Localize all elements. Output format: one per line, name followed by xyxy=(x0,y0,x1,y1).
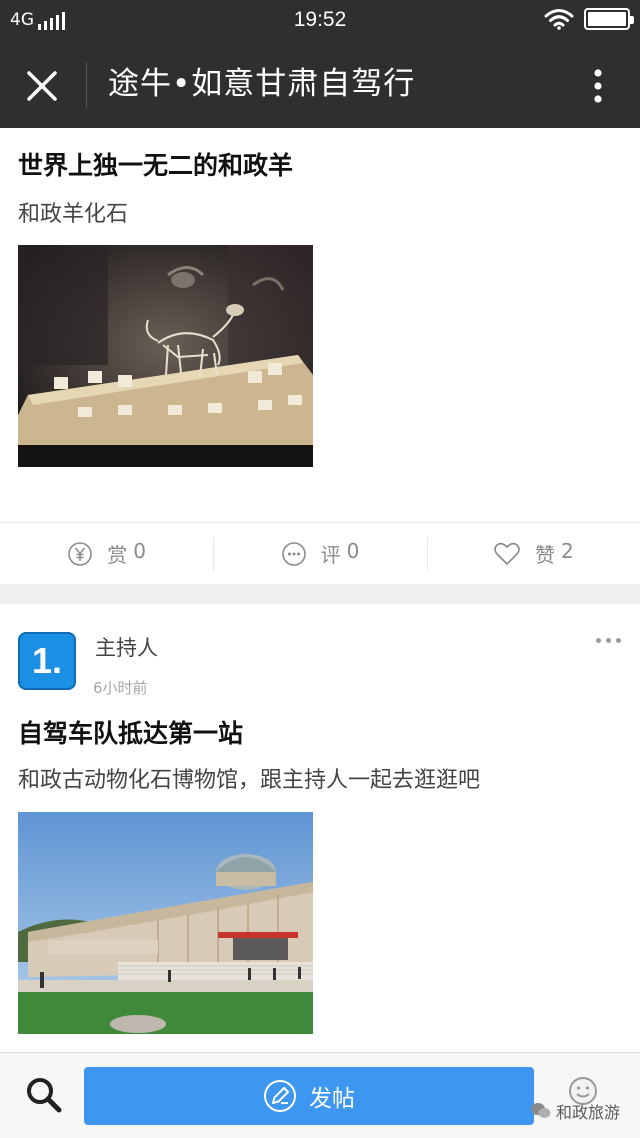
yen-icon xyxy=(68,541,93,566)
watermark-text: 和政旅游 xyxy=(556,1103,621,1122)
reward-button[interactable]: 赏 0 xyxy=(0,523,213,584)
compose-icon xyxy=(264,1080,296,1112)
post-title[interactable]: 自驾车队抵达第一站 xyxy=(18,714,243,750)
search-button[interactable] xyxy=(22,1073,66,1117)
bottom-bar: 发帖 和政旅游 xyxy=(0,1052,640,1138)
museum-building-photo[interactable] xyxy=(18,812,313,1034)
avatar[interactable]: 1. xyxy=(18,632,76,690)
battery-icon xyxy=(584,8,634,30)
search-icon xyxy=(27,1078,62,1113)
close-icon xyxy=(27,71,57,101)
wifi-icon xyxy=(544,9,574,30)
new-post-label: 发帖 xyxy=(309,1086,355,1112)
page-title: 途牛•如意甘肃自驾行 xyxy=(108,66,416,102)
more-dot xyxy=(595,637,601,643)
reward-count: 0 xyxy=(133,539,147,563)
like-count: 2 xyxy=(560,539,574,563)
wechat-icon xyxy=(531,1103,551,1118)
watermark: 和政旅游 xyxy=(530,1099,620,1123)
avatar-text: 1. xyxy=(31,640,63,681)
new-post-button[interactable]: 发帖 xyxy=(84,1067,534,1125)
post-description: 和政羊化石 xyxy=(18,202,129,227)
nav-divider xyxy=(86,62,87,108)
more-button[interactable] xyxy=(576,64,620,108)
post-description: 和政古动物化石博物馆，跟主持人一起去逛逛吧 xyxy=(18,768,481,793)
comment-count: 0 xyxy=(346,539,360,563)
post-separator xyxy=(0,584,640,604)
more-dot xyxy=(605,637,611,643)
battery-level xyxy=(588,12,626,26)
close-button[interactable] xyxy=(20,64,64,108)
post-more-button[interactable] xyxy=(590,628,626,652)
more-dot xyxy=(615,637,621,643)
nav-bar: 途牛•如意甘肃自驾行 xyxy=(0,42,640,128)
feed[interactable]: 世界上独一无二的和政羊 和政羊化石 赏 0 评 0 赞 2 1. 主持人 6小时… xyxy=(0,128,640,1052)
reward-label: 赏 xyxy=(107,543,128,567)
like-button[interactable]: 赞 2 xyxy=(426,523,640,584)
more-vertical-icon xyxy=(594,69,602,103)
post-time: 6小时前 xyxy=(93,679,148,697)
author-name[interactable]: 主持人 xyxy=(95,632,158,662)
comment-icon xyxy=(281,541,306,566)
comment-label: 评 xyxy=(320,543,341,567)
comment-button[interactable]: 评 0 xyxy=(213,523,426,584)
fossil-sheep-skeleton-photo[interactable] xyxy=(18,245,313,467)
post-actions: 赏 0 评 0 赞 2 xyxy=(0,522,640,584)
post-title[interactable]: 世界上独一无二的和政羊 xyxy=(18,146,293,182)
heart-icon xyxy=(494,542,520,565)
like-label: 赞 xyxy=(534,543,555,567)
status-icons xyxy=(544,8,634,30)
status-bar: 4G 19:52 xyxy=(0,0,640,42)
